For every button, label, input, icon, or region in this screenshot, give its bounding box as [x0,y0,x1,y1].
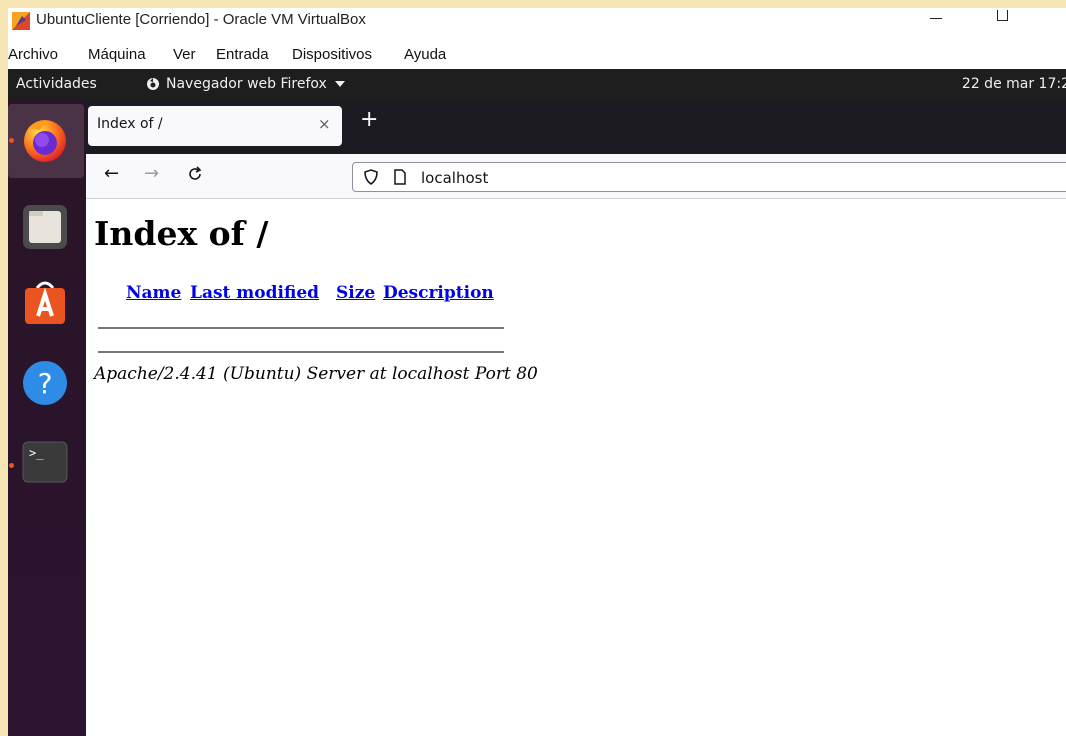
maximize-icon[interactable] [997,10,1008,21]
dock: ? >_ [8,100,86,736]
firefox-app-icon [147,78,159,90]
menu-ver[interactable]: Ver [173,46,196,63]
software-icon[interactable] [20,278,70,328]
terminal-icon[interactable]: >_ [20,437,70,487]
divider [98,327,504,329]
new-tab-icon[interactable]: + [360,109,378,131]
minimize-icon[interactable] [930,18,942,19]
firefox-icon[interactable] [20,114,70,164]
virtualbox-window: UbuntuCliente [Corriendo] - Oracle VM Vi… [8,8,1066,736]
svg-text:>_: >_ [29,446,44,460]
help-icon[interactable]: ? [20,358,70,408]
url-bar[interactable]: localhost [352,162,1066,192]
forward-arrow-icon[interactable]: → [144,164,159,184]
running-indicator [9,138,14,143]
running-indicator [9,463,14,468]
svg-text:?: ? [38,367,53,400]
column-description-link[interactable]: Description [383,283,494,303]
gnome-top-bar: Actividades Navegador web Firefox 22 de … [8,69,1066,100]
reload-icon[interactable] [187,166,203,182]
url-text[interactable]: localhost [421,169,488,187]
activities-button[interactable]: Actividades [16,76,97,92]
app-menu[interactable]: Navegador web Firefox [146,76,345,92]
window-titlebar[interactable]: UbuntuCliente [Corriendo] - Oracle VM Vi… [8,8,1066,44]
column-name-link[interactable]: Name [126,283,181,303]
menu-dispositivos[interactable]: Dispositivos [292,46,372,63]
column-size-link[interactable]: Size [336,283,375,303]
page-content: Index of / Name Last modified Size Descr… [86,199,1066,736]
divider [98,351,504,353]
column-last-modified-link[interactable]: Last modified [190,283,319,303]
menu-archivo[interactable]: Archivo [8,46,58,63]
tab-index[interactable]: Index of / × [88,106,342,146]
close-icon[interactable]: × [318,115,331,133]
app-menu-label: Navegador web Firefox [166,76,327,92]
clock[interactable]: 22 de mar 17:2 [962,76,1066,92]
chevron-down-icon [334,81,345,87]
menu-maquina[interactable]: Máquina [88,46,146,63]
page-icon[interactable] [393,168,407,186]
tab-strip: Index of / × + [86,100,1066,154]
shield-icon[interactable] [364,169,378,185]
virtualbox-logo-icon [12,12,30,30]
page-title: Index of / [94,214,269,253]
server-signature: Apache/2.4.41 (Ubuntu) Server at localho… [94,364,538,384]
nav-bar: ← → localhost [86,154,1066,199]
menu-ayuda[interactable]: Ayuda [404,46,446,63]
window-title: UbuntuCliente [Corriendo] - Oracle VM Vi… [36,11,366,28]
menu-bar: Archivo Máquina Ver Entrada Dispositivos… [8,46,1066,68]
files-icon[interactable] [20,202,70,252]
tab-title: Index of / [97,116,163,132]
menu-entrada[interactable]: Entrada [216,46,269,63]
back-arrow-icon[interactable]: ← [104,164,119,184]
